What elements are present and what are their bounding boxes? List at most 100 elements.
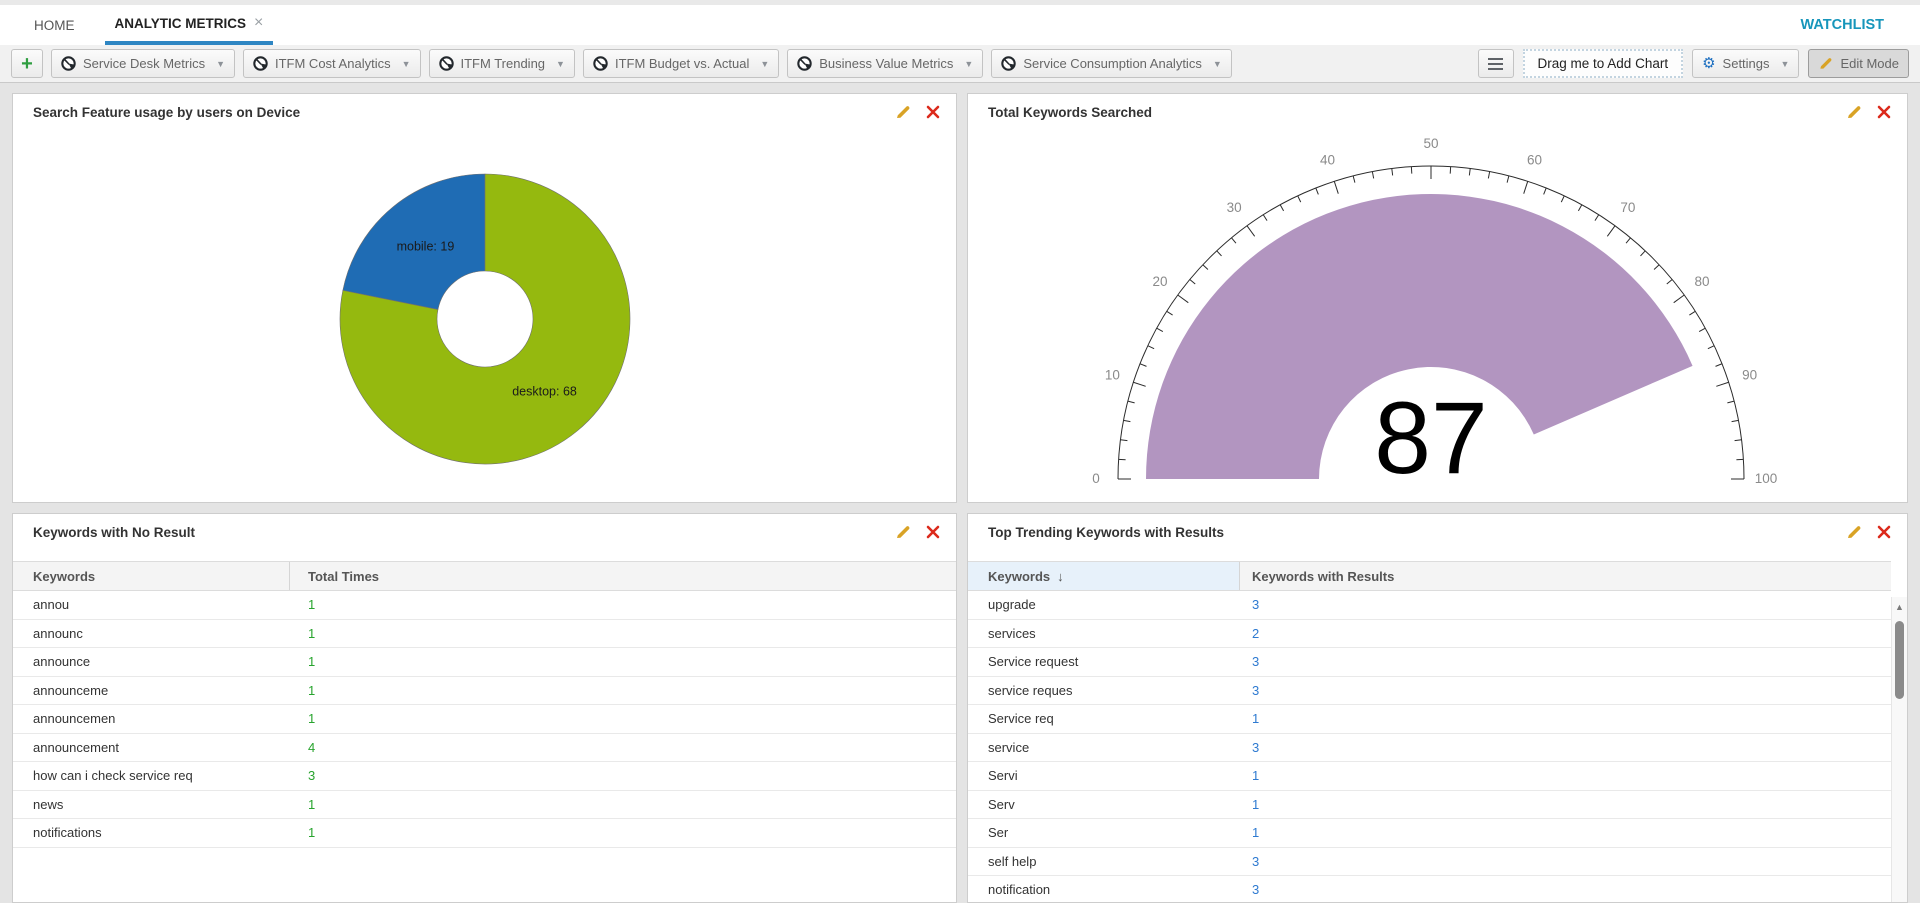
scrollbar-thumb[interactable] (1895, 621, 1904, 699)
value-cell[interactable]: 3 (1240, 882, 1891, 897)
table-row[interactable]: services2 (968, 620, 1891, 649)
value-cell[interactable]: 1 (1240, 825, 1891, 840)
donut-chart[interactable]: mobile: 19desktop: 68 (13, 130, 956, 502)
panel-title: Top Trending Keywords with Results (988, 525, 1224, 540)
gauge-tick-label: 100 (1755, 471, 1778, 486)
gauge-chart[interactable]: 010203040506070809010087 (968, 130, 1907, 502)
chevron-down-icon: ▼ (1209, 59, 1222, 69)
keyword-cell: services (968, 626, 1240, 641)
table-row[interactable]: annou1 (13, 591, 956, 620)
metric-menu-itfm-cost-analytics[interactable]: ITFM Cost Analytics▼ (243, 49, 421, 78)
tab-analytic-metrics[interactable]: ANALYTIC METRICS × (105, 5, 274, 45)
tab-analytic-metrics-label: ANALYTIC METRICS (115, 16, 247, 31)
panel-top-trending-keywords: Top Trending Keywords with Results Keywo… (967, 513, 1908, 903)
table-row[interactable]: self help3 (968, 848, 1891, 877)
value-cell[interactable]: 3 (1240, 654, 1891, 669)
value-cell[interactable]: 1 (1240, 797, 1891, 812)
table-row[interactable]: service3 (968, 734, 1891, 763)
metric-menu-itfm-trending[interactable]: ITFM Trending▼ (429, 49, 575, 78)
table-row[interactable]: announceme1 (13, 677, 956, 706)
close-icon (926, 105, 940, 119)
pencil-icon (1846, 104, 1862, 120)
drag-to-add-chart[interactable]: Drag me to Add Chart (1523, 49, 1684, 78)
edit-mode-button[interactable]: Edit Mode (1808, 49, 1909, 78)
value-cell[interactable]: 1 (290, 597, 956, 612)
value-cell[interactable]: 4 (290, 740, 956, 755)
table-row[interactable]: announc1 (13, 620, 956, 649)
edit-panel-icon[interactable] (894, 523, 912, 541)
keyword-cell: self help (968, 854, 1240, 869)
layout-menu-button[interactable] (1478, 49, 1514, 78)
close-panel-icon[interactable] (924, 523, 942, 541)
table-row[interactable]: announce1 (13, 648, 956, 677)
column-header-keywords[interactable]: Keywords (13, 562, 290, 590)
panel-search-feature-usage: Search Feature usage by users on Device … (12, 93, 957, 503)
gauge-icon (1001, 56, 1016, 71)
value-cell[interactable]: 1 (1240, 711, 1891, 726)
table-row[interactable]: Ser1 (968, 819, 1891, 848)
value-cell[interactable]: 1 (290, 626, 956, 641)
edit-panel-icon[interactable] (1845, 103, 1863, 121)
close-panel-icon[interactable] (924, 103, 942, 121)
column-header-values[interactable]: Total Times (290, 562, 956, 590)
scroll-up-icon[interactable]: ▲ (1892, 603, 1907, 612)
metric-menu-business-value-metrics[interactable]: Business Value Metrics▼ (787, 49, 983, 78)
panel-title: Keywords with No Result (33, 525, 195, 540)
keyword-cell: announc (13, 626, 290, 641)
edit-panel-icon[interactable] (894, 103, 912, 121)
table-row[interactable]: news1 (13, 791, 956, 820)
tab-close-icon[interactable]: × (254, 15, 263, 31)
table-row[interactable]: Serv1 (968, 791, 1891, 820)
table-header-row: Keywords↓ Keywords with Results (968, 561, 1891, 591)
keyword-cell: Ser (968, 825, 1240, 840)
column-header-label: Keywords (33, 569, 95, 584)
pie-label-desktop: desktop: 68 (512, 385, 577, 399)
gauge-tick-label: 0 (1092, 471, 1100, 486)
column-header-label: Keywords (988, 569, 1050, 584)
settings-label: Settings (1723, 56, 1770, 71)
chevron-down-icon: ▼ (960, 59, 973, 69)
value-cell[interactable]: 3 (1240, 740, 1891, 755)
metric-menu-itfm-budget-vs-actual[interactable]: ITFM Budget vs. Actual▼ (583, 49, 779, 78)
value-cell[interactable]: 1 (290, 654, 956, 669)
pencil-icon (895, 524, 911, 540)
table-row[interactable]: announcement4 (13, 734, 956, 763)
toolbar-right-group: Drag me to Add Chart ⚙ Settings ▼ Edit M… (1478, 49, 1909, 78)
close-panel-icon[interactable] (1875, 523, 1893, 541)
keyword-cell: Service request (968, 654, 1240, 669)
tab-home[interactable]: HOME (34, 5, 75, 45)
table-row[interactable]: notification3 (968, 876, 1891, 902)
value-cell[interactable]: 1 (290, 825, 956, 840)
pencil-icon (895, 104, 911, 120)
column-header-label: Keywords with Results (1252, 569, 1394, 584)
table-row[interactable]: notifications1 (13, 819, 956, 848)
vertical-scrollbar[interactable]: ▲ (1891, 597, 1907, 902)
table-row[interactable]: Servi1 (968, 762, 1891, 791)
value-cell[interactable]: 1 (290, 711, 956, 726)
gauge-value: 87 (1374, 381, 1487, 495)
table-row[interactable]: service reques3 (968, 677, 1891, 706)
add-button[interactable]: + (11, 49, 43, 78)
value-cell[interactable]: 3 (1240, 854, 1891, 869)
table-row[interactable]: upgrade3 (968, 591, 1891, 620)
edit-panel-icon[interactable] (1845, 523, 1863, 541)
value-cell[interactable]: 1 (290, 683, 956, 698)
value-cell[interactable]: 3 (1240, 683, 1891, 698)
column-header-keywords[interactable]: Keywords↓ (968, 562, 1240, 590)
value-cell[interactable]: 1 (1240, 768, 1891, 783)
table-row[interactable]: announcemen1 (13, 705, 956, 734)
keyword-cell: notification (968, 882, 1240, 897)
table-row[interactable]: Service request3 (968, 648, 1891, 677)
value-cell[interactable]: 3 (290, 768, 956, 783)
value-cell[interactable]: 1 (290, 797, 956, 812)
metric-menu-service-desk-metrics[interactable]: Service Desk Metrics▼ (51, 49, 235, 78)
column-header-values[interactable]: Keywords with Results (1240, 562, 1891, 590)
metric-menu-service-consumption-analytics[interactable]: Service Consumption Analytics▼ (991, 49, 1231, 78)
settings-button[interactable]: ⚙ Settings ▼ (1692, 49, 1799, 78)
value-cell[interactable]: 3 (1240, 597, 1891, 612)
close-panel-icon[interactable] (1875, 103, 1893, 121)
watchlist-link[interactable]: WATCHLIST (1801, 5, 1885, 45)
table-row[interactable]: how can i check service req3 (13, 762, 956, 791)
value-cell[interactable]: 2 (1240, 626, 1891, 641)
table-row[interactable]: Service req1 (968, 705, 1891, 734)
